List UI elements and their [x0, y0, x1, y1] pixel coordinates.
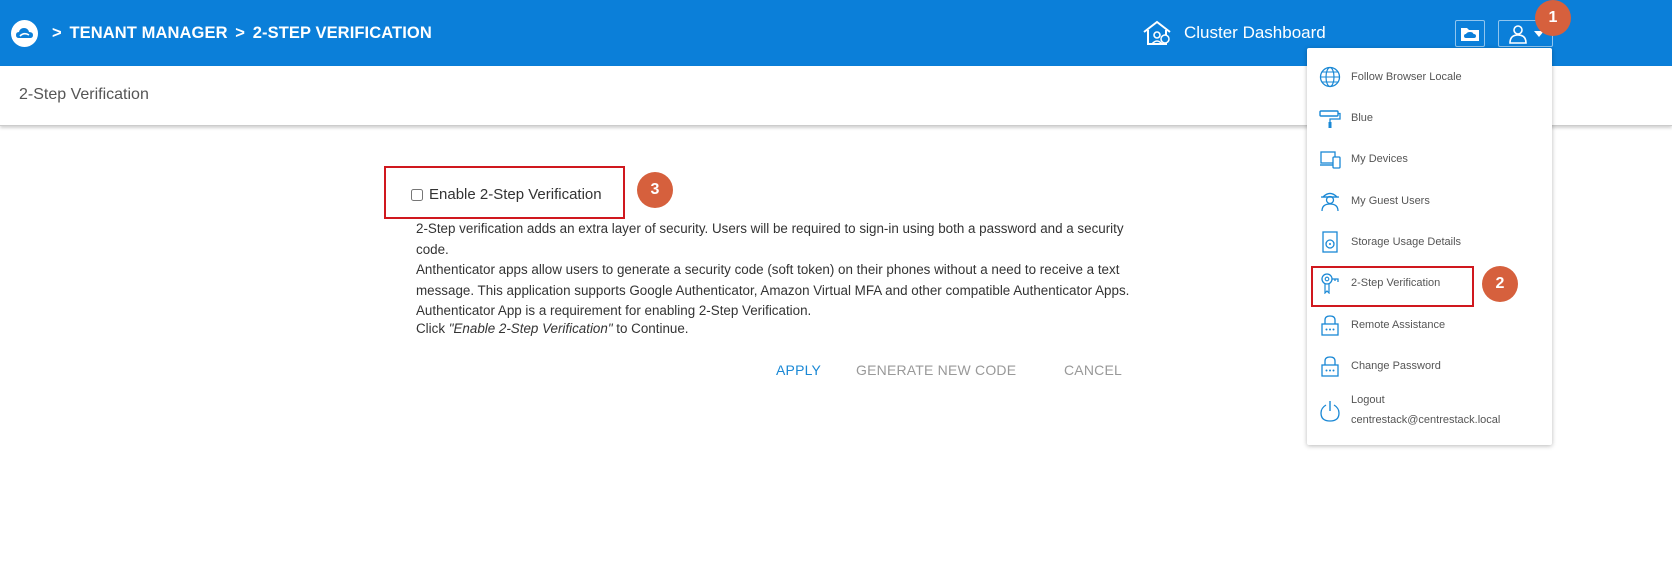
cloud-drive-button[interactable] — [1455, 20, 1485, 47]
guest-user-icon — [1321, 192, 1339, 212]
enable-2step-option[interactable]: Enable 2-Step Verification — [411, 186, 602, 203]
callout-2: 2 — [1482, 266, 1518, 302]
enable-2step-label: Enable 2-Step Verification — [429, 186, 602, 203]
breadcrumb-tenant-manager[interactable]: TENANT MANAGER — [69, 24, 227, 42]
menu-item-remote-assistance[interactable]: Remote Assistance — [1307, 305, 1552, 345]
menu-item-label: Remote Assistance — [1351, 319, 1446, 331]
user-icon — [1508, 24, 1527, 44]
menu-item-label: Storage Usage Details — [1351, 236, 1462, 248]
description-line: Anthenticator apps allow users to genera… — [416, 262, 1120, 277]
menu-item-logout[interactable]: Logout centrestack@centrestack.local — [1307, 388, 1552, 434]
menu-item-my-devices[interactable]: My Devices — [1307, 139, 1552, 179]
menu-item-label: Logout — [1351, 394, 1385, 406]
continue-prefix: Click — [416, 321, 449, 336]
logout-account-email: centrestack@centrestack.local — [1351, 414, 1501, 426]
menu-item-change-password[interactable]: Change Password — [1307, 346, 1552, 386]
breadcrumb-separator: > — [52, 24, 62, 42]
menu-item-label: Change Password — [1351, 360, 1441, 372]
cloud-folder-icon — [1461, 27, 1479, 41]
callout-3: 3 — [637, 172, 673, 208]
continue-quote: "Enable 2-Step Verification" — [448, 321, 613, 336]
description-line: message. This application supports Googl… — [416, 282, 1130, 298]
menu-item-storage-usage-details[interactable]: Storage Usage Details — [1307, 222, 1552, 262]
menu-item-my-guest-users[interactable]: My Guest Users — [1307, 181, 1552, 221]
enable-2step-checkbox[interactable] — [411, 188, 423, 201]
paint-roller-icon — [1319, 110, 1341, 128]
menu-item-theme-blue[interactable]: Blue — [1307, 98, 1552, 138]
breadcrumb-separator: > — [235, 24, 246, 42]
storage-disk-icon — [1322, 231, 1338, 253]
continue-instruction: Click "Enable 2-Step Verification" to Co… — [416, 321, 689, 336]
continue-suffix: to Continue. — [612, 321, 689, 336]
description-line: Authenticator App is a requirement for e… — [416, 303, 812, 318]
menu-item-label: My Devices — [1351, 153, 1408, 165]
globe-icon — [1319, 66, 1341, 88]
breadcrumb: > TENANT MANAGER > 2-STEP VERIFICATION — [52, 24, 435, 43]
menu-item-follow-browser-locale[interactable]: Follow Browser Locale — [1307, 57, 1552, 97]
cluster-dashboard-label: Cluster Dashboard — [1184, 23, 1326, 42]
generate-new-code-button[interactable]: GENERATE NEW CODE — [856, 362, 1016, 378]
lock-icon — [1321, 356, 1339, 377]
app-logo-icon[interactable] — [11, 20, 38, 47]
breadcrumb-current-page: 2-STEP VERIFICATION — [252, 24, 432, 42]
power-icon — [1320, 401, 1340, 422]
cluster-dashboard-link[interactable]: Cluster Dashboard — [1142, 20, 1326, 46]
menu-item-label: Follow Browser Locale — [1351, 71, 1462, 83]
cancel-button[interactable]: CANCEL — [1064, 362, 1122, 378]
lock-icon — [1321, 315, 1339, 336]
menu-item-label: Blue — [1351, 112, 1374, 124]
menu-highlight-box — [1311, 266, 1474, 307]
description-text: 2-Step verification adds an extra layer … — [416, 219, 1156, 322]
apply-button[interactable]: APPLY — [776, 362, 821, 378]
callout-1: 1 — [1535, 0, 1571, 36]
user-dropdown-menu: Follow Browser Locale Blue My Devices My… — [1307, 48, 1552, 445]
page-title: 2-Step Verification — [19, 86, 149, 103]
menu-item-label: My Guest Users — [1351, 195, 1430, 207]
cluster-home-icon — [1143, 20, 1171, 45]
devices-icon — [1320, 151, 1341, 169]
description-line: 2-Step verification adds an extra layer … — [416, 221, 1124, 257]
